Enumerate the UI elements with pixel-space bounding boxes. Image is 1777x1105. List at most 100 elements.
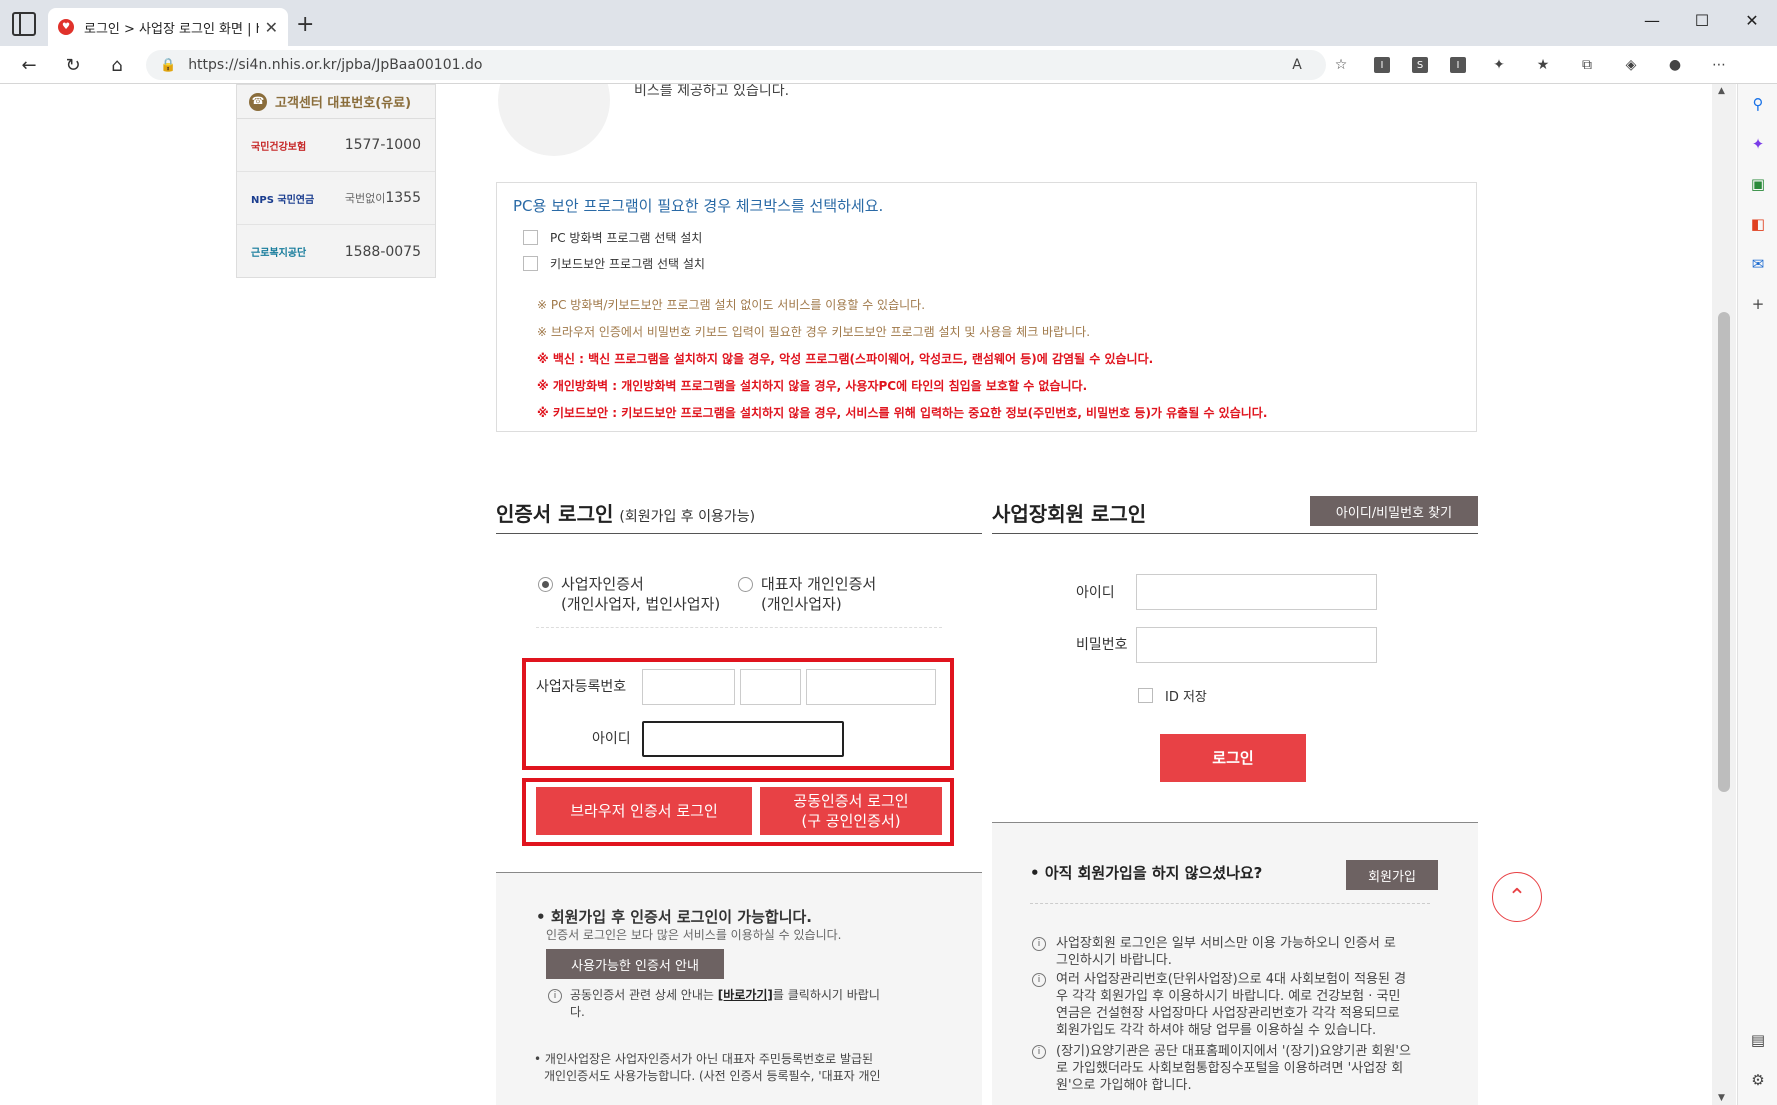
scroll-up-arrow-icon[interactable]: ▲ (1718, 86, 1725, 96)
security-title: PC용 보안 프로그램이 필요한 경우 체크박스를 선택하세요. (513, 197, 884, 215)
favorite-add-icon[interactable]: ☆ (1330, 54, 1352, 76)
biz-cert-radio[interactable] (538, 577, 553, 592)
window-controls: — ☐ ✕ (1627, 0, 1777, 40)
firewall-checkbox-row[interactable]: PC 방화벽 프로그램 선택 설치 (523, 226, 1450, 248)
info-icon: i (1032, 1045, 1046, 1059)
tools-icon[interactable]: ▣ (1748, 174, 1768, 194)
security-warning: ※ 개인방화벽 : 개인방화벽 프로그램을 설치하지 않을 경우, 사용자PC에… (537, 379, 1088, 393)
close-tab-icon[interactable]: ✕ (265, 18, 278, 37)
info-text: (장기)요양기관은 공단 대표홈페이지에서 '(장기)요양기관 회원'으 (1056, 1044, 1411, 1059)
member-pw-label: 비밀번호 (1076, 637, 1128, 653)
cert-info-sub: 인증서 로그인은 보다 많은 서비스를 이용하실 수 있습니다. (546, 928, 842, 942)
extension-2-icon[interactable]: S (1412, 57, 1428, 73)
comwel-logo: 근로복지공단 (251, 248, 307, 259)
settings-gear-icon[interactable]: ⚙ (1748, 1070, 1768, 1090)
info-text: 를 클릭하시기 바랍니 (772, 988, 880, 1002)
decorative-monitor-circle (498, 84, 610, 156)
scroll-down-arrow-icon[interactable]: ▼ (1718, 1093, 1725, 1103)
cert-login-title-text: 인증서 로그인 (496, 502, 614, 526)
personal-cert-radio-option[interactable]: 대표자 개인인증서 (개인사업자) (738, 574, 876, 614)
join-button[interactable]: 회원가입 (1346, 860, 1438, 890)
save-id-checkbox-row[interactable]: ID 저장 (1138, 684, 1207, 706)
dashed-divider (536, 627, 942, 628)
new-tab-icon[interactable]: + (296, 12, 314, 37)
join-info-item: 사업장회원 로그인은 일부 서비스만 이용 가능하오니 인증서 로 그인하시기 … (1056, 935, 1396, 969)
nps-logo: NPS 국민연금 (251, 194, 315, 206)
add-sidebar-icon[interactable]: + (1748, 294, 1768, 314)
info-text: 개인인증서도 사용가능합니다. (사전 인증서 등록필수, '대표자 개인 (544, 1069, 881, 1083)
biz-no-label: 사업자등록번호 (536, 679, 627, 695)
extension-3-icon[interactable]: I (1450, 57, 1466, 73)
edge-sidebar: ⚲ ✦ ▣ ◧ ✉ + ▤ ⚙ (1737, 84, 1777, 1105)
keyboard-security-checkbox[interactable] (523, 255, 538, 271)
scrollbar-thumb[interactable] (1718, 312, 1730, 792)
button-label: 공동인증서 로그인 (793, 792, 909, 810)
divider (992, 533, 1478, 534)
extensions-icon[interactable]: ✦ (1488, 54, 1510, 76)
search-icon[interactable]: ⚲ (1748, 94, 1768, 114)
extension-1-icon[interactable]: I (1374, 57, 1390, 73)
firewall-checkbox[interactable] (523, 229, 538, 245)
cert-id-input[interactable] (642, 721, 844, 757)
page-scrollbar[interactable]: ▲ ▼ (1712, 84, 1736, 1105)
checkbox-label: PC 방화벽 프로그램 선택 설치 (550, 230, 703, 245)
outlook-icon[interactable]: ✉ (1748, 254, 1768, 274)
browser-tab[interactable]: ♥ 로그인 > 사업장 로그인 화면 | h ✕ (48, 8, 288, 46)
maximize-icon[interactable]: ☐ (1677, 0, 1727, 40)
available-cert-guide-button[interactable]: 사용가능한 인증서 안내 (546, 949, 724, 979)
info-icon: i (548, 989, 562, 1003)
copilot-icon[interactable]: ◈ (1620, 54, 1642, 76)
find-id-password-button[interactable]: 아이디/비밀번호 찾기 (1310, 496, 1478, 526)
radio-label: 대표자 개인인증서 (761, 575, 877, 593)
collections-icon[interactable]: ⧉ (1576, 54, 1598, 76)
cert-info-heading: • 회원가입 후 인증서 로그인이 가능합니다. (536, 908, 813, 926)
member-password-input[interactable] (1136, 627, 1377, 663)
cert-login-title: 인증서 로그인 (회원가입 후 이용가능) (496, 498, 755, 527)
biz-no-field-3[interactable] (806, 669, 936, 705)
page-content: ☎ 고객센터 대표번호(유료) 국민건강보험 1577-1000 NPS 국민연… (0, 84, 1712, 1105)
member-login-button[interactable]: 로그인 (1160, 734, 1306, 782)
copilot-sidebar-icon[interactable]: ✦ (1748, 134, 1768, 154)
close-window-icon[interactable]: ✕ (1727, 0, 1777, 40)
favorites-icon[interactable]: ★ (1532, 54, 1554, 76)
favicon-icon: ♥ (58, 19, 74, 35)
join-heading: • 아직 회원가입을 하지 않으셨나요? (1030, 864, 1263, 882)
nhis-logo: 국민건강보험 (251, 141, 307, 153)
info-icon: i (1032, 937, 1046, 951)
more-menu-icon[interactable]: ⋯ (1708, 54, 1730, 76)
cs-prefix: 국번없이 (344, 192, 386, 205)
biz-cert-radio-option[interactable]: 사업자인증서 (개인사업자, 법인사업자) (538, 574, 720, 614)
biz-no-field-2[interactable] (740, 669, 801, 705)
minimize-icon[interactable]: — (1627, 0, 1677, 40)
refresh-icon[interactable]: ↻ (60, 52, 86, 78)
keyboard-security-checkbox-row[interactable]: 키보드보안 프로그램 선택 설치 (523, 252, 1450, 274)
profile-icon[interactable]: ● (1664, 54, 1686, 76)
save-id-checkbox[interactable] (1138, 687, 1153, 703)
browser-cert-login-button[interactable]: 브라우저 인증서 로그인 (536, 787, 752, 835)
member-id-input[interactable] (1136, 574, 1377, 610)
cs-row-nhis: 국민건강보험 1577-1000 (237, 119, 435, 172)
read-aloud-icon[interactable]: A (1286, 54, 1308, 76)
tab-actions-icon[interactable] (12, 12, 36, 36)
back-icon[interactable]: ← (16, 52, 42, 78)
join-info-item: 여러 사업장관리번호(단위사업장)으로 4대 사회보험이 적용된 경 우 각각 … (1056, 971, 1406, 1039)
joint-cert-login-button[interactable]: 공동인증서 로그인 (구 공인인증서) (760, 787, 942, 835)
sidebar-toggle-icon[interactable]: ▤ (1748, 1030, 1768, 1050)
customer-center-title: 고객센터 대표번호(유료) (275, 96, 412, 111)
join-info-item: (장기)요양기관은 공단 대표홈페이지에서 '(장기)요양기관 회원'으 로 가… (1056, 1043, 1411, 1094)
info-text: 우 각각 회원가입 후 이용하시기 바랍니다. 예로 건강보험 · 국민 (1056, 989, 1401, 1004)
member-id-label: 아이디 (1076, 585, 1115, 601)
shortcut-link[interactable]: [바로가기] (718, 988, 773, 1002)
tab-title: 로그인 > 사업장 로그인 화면 | h (84, 21, 259, 37)
office-icon[interactable]: ◧ (1748, 214, 1768, 234)
radio-label: 사업자인증서 (561, 575, 644, 593)
info-text: 원'으로 가입해야 합니다. (1056, 1078, 1192, 1093)
cs-number: 1588-0075 (344, 243, 421, 260)
cert-info-bottom: • 개인사업장은 사업자인증서가 아닌 대표자 주민등록번호로 발급된 개인인증… (534, 1051, 881, 1085)
biz-no-field-1[interactable] (642, 669, 735, 705)
personal-cert-radio[interactable] (738, 577, 753, 592)
url-field[interactable]: 🔒 https://si4n.nhis.or.kr/jpba/JpBaa0010… (146, 50, 1326, 80)
cert-info-detail: 공동인증서 관련 상세 안내는 [바로가기]를 클릭하시기 바랍니 다. (570, 987, 880, 1021)
scroll-to-top-button[interactable]: ⌃ (1492, 872, 1542, 922)
home-icon[interactable]: ⌂ (104, 52, 130, 78)
